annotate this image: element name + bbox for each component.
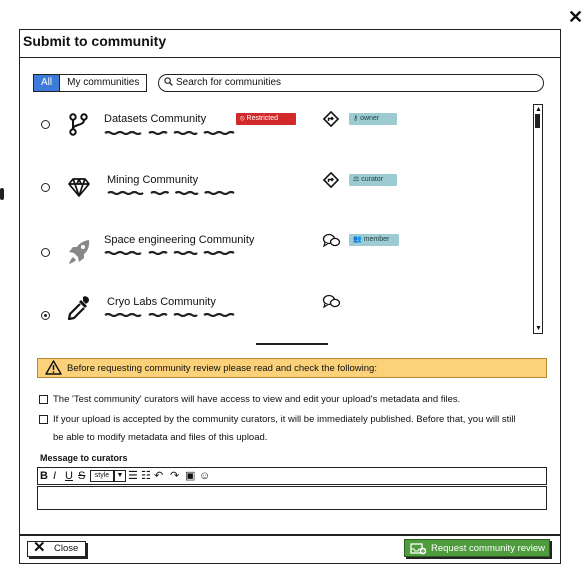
bold-button[interactable]: B [40, 470, 48, 482]
inbox-add-icon [410, 543, 427, 555]
pipette-icon [67, 296, 89, 321]
italic-button[interactable]: I [53, 470, 56, 482]
bullet-list-icon[interactable]: ☰ [128, 470, 138, 482]
users-icon: 👥 [353, 236, 362, 243]
emoji-icon[interactable]: ☺ [199, 470, 210, 482]
rocket-icon [69, 240, 90, 264]
page-edge-mark [0, 188, 4, 200]
dialog-title: Submit to community [23, 33, 167, 49]
scale-icon: ⚖ [353, 176, 360, 183]
community-radio-datasets[interactable] [41, 120, 50, 129]
close-icon: ✕ [33, 539, 46, 556]
list-scrollbar[interactable] [533, 104, 543, 334]
description-scribble [104, 251, 235, 255]
chat-bubbles-icon [322, 294, 341, 309]
footer-divider [19, 534, 561, 536]
tab-my-communities[interactable]: My communities [60, 75, 147, 91]
role-label: owner [360, 115, 380, 122]
community-radio-space[interactable] [41, 248, 50, 257]
restricted-badge-label: Restricted [246, 115, 279, 122]
scroll-thumb[interactable] [535, 114, 540, 128]
image-icon[interactable]: ▣ [185, 470, 195, 482]
key-icon: ⚷ [353, 115, 359, 122]
close-button-label: Close [54, 543, 79, 554]
scroll-up-arrow-icon[interactable]: ▲ [535, 106, 542, 113]
warning-triangle-icon [45, 360, 62, 375]
role-badge-owner: ⚷ owner [349, 113, 397, 125]
community-name[interactable]: Space engineering Community [104, 234, 254, 246]
restricted-badge: ⦸ Restricted [236, 113, 296, 125]
list-end-divider [256, 343, 328, 345]
direction-sign-icon [322, 110, 340, 128]
community-radio-cryo[interactable] [41, 311, 50, 320]
chevron-down-icon[interactable]: ▼ [114, 470, 126, 482]
search-placeholder: Search for communities [176, 77, 282, 88]
direction-sign-icon [322, 171, 340, 189]
tab-all[interactable]: All [34, 75, 61, 91]
request-review-label: Request community review [431, 543, 546, 554]
consent-text-publish: If your upload is accepted by the commun… [53, 414, 516, 425]
warning-text: Before requesting community review pleas… [67, 363, 377, 374]
dialog-close-icon[interactable]: ✕ [568, 8, 583, 26]
consent-text-access: The 'Test community' curators will have … [53, 394, 461, 405]
description-scribble [107, 191, 235, 195]
redo-icon[interactable]: ↷ [170, 470, 179, 482]
scroll-down-arrow-icon[interactable]: ▼ [535, 325, 542, 332]
role-badge-member: 👥 member [349, 234, 399, 246]
role-label: member [363, 236, 390, 243]
consent-text-publish-cont: be able to modify metadata and files of … [53, 432, 268, 443]
search-icon [164, 77, 173, 86]
no-entry-icon: ⦸ [240, 115, 245, 122]
role-label: curator [361, 176, 384, 183]
chat-bubbles-icon [322, 233, 341, 248]
consent-checkbox-access[interactable] [39, 395, 48, 404]
undo-icon[interactable]: ↶ [154, 470, 163, 482]
git-branch-icon [69, 113, 88, 136]
community-radio-mining[interactable] [41, 183, 50, 192]
diamond-icon [68, 178, 90, 197]
community-name[interactable]: Mining Community [107, 174, 198, 186]
message-textarea[interactable] [37, 486, 547, 510]
strike-button[interactable]: S [78, 470, 85, 482]
message-label: Message to curators [40, 453, 128, 463]
numbered-list-icon[interactable]: ☷ [141, 470, 151, 482]
style-select[interactable]: style [90, 470, 114, 482]
role-badge-curator: ⚖ curator [349, 174, 397, 186]
description-scribble [104, 131, 235, 135]
description-scribble [104, 313, 235, 317]
community-name[interactable]: Datasets Community [104, 113, 206, 125]
community-name[interactable]: Cryo Labs Community [107, 296, 216, 308]
underline-button[interactable]: U [65, 470, 73, 482]
consent-checkbox-publish[interactable] [39, 415, 48, 424]
community-filter-tabs: All My communities [33, 74, 148, 92]
